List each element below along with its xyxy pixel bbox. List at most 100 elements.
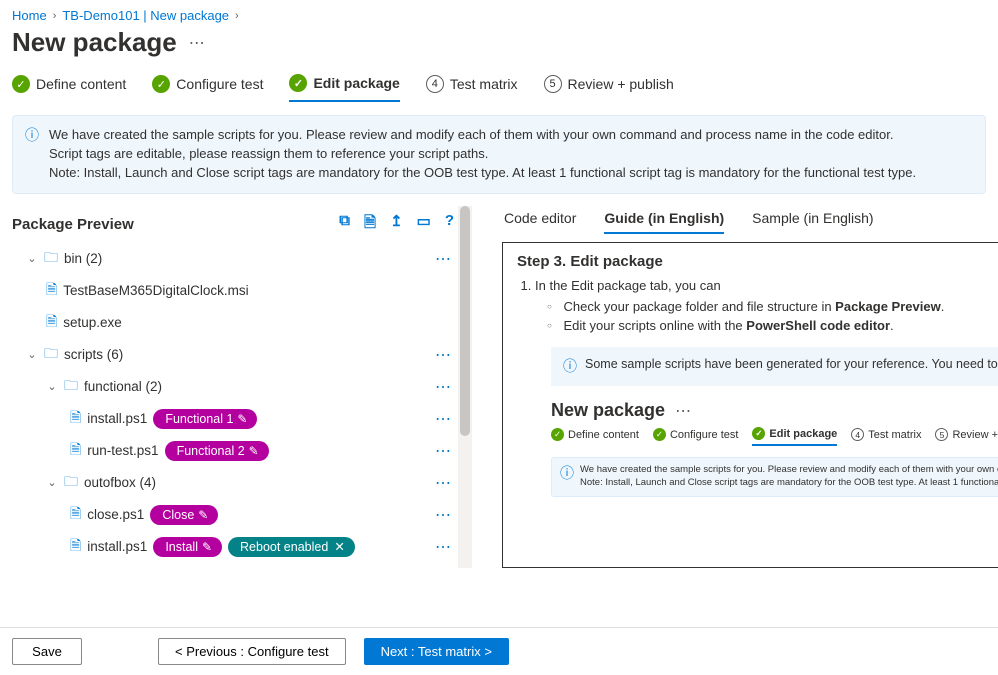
file-icon: 🗎: [46, 311, 57, 335]
tree-file[interactable]: 🗎 run-test.ps1 Functional 2 ✎ ⋯: [12, 435, 472, 467]
info-icon: ⓘ: [25, 126, 39, 183]
edit-icon: ✎: [249, 442, 259, 460]
file-icon: 🗎: [70, 439, 81, 463]
help-icon[interactable]: ?: [445, 212, 454, 237]
file-icon: 🗎: [46, 279, 57, 303]
tree-label: install.ps1: [87, 411, 147, 426]
row-menu-icon[interactable]: ⋯: [435, 473, 454, 493]
folder-icon: 🗀: [44, 247, 58, 271]
row-menu-icon[interactable]: ⋯: [435, 377, 454, 397]
step-label: Define content: [36, 76, 126, 92]
chevron-down-icon: ⌄: [46, 380, 58, 393]
breadcrumb: Home › TB-Demo101 | New package ›: [0, 0, 998, 25]
right-panel: Code editor Guide (in English) Sample (i…: [484, 206, 998, 568]
folder-icon: 🗀: [44, 343, 58, 367]
tree-label: outofbox (4): [84, 475, 156, 490]
row-menu-icon[interactable]: ⋯: [435, 249, 454, 269]
step-label: Review + publish: [568, 76, 674, 92]
info-icon: ⓘ: [563, 357, 577, 377]
tag-label: Close: [162, 506, 194, 524]
scrollbar-track[interactable]: [458, 206, 472, 568]
edit-icon: ✎: [198, 506, 208, 524]
guide-panel: Step 3. Edit package In the Edit package…: [502, 242, 998, 568]
panel-title: Package Preview: [12, 216, 134, 233]
row-menu-icon[interactable]: ⋯: [435, 537, 454, 557]
tree-file[interactable]: 🗎 launch.ps1 Launch ✎ ⋯: [12, 563, 472, 568]
chevron-right-icon: ›: [53, 10, 57, 22]
edit-icon: ✎: [237, 410, 247, 428]
tab-code-editor[interactable]: Code editor: [504, 210, 576, 234]
check-icon: ✓: [289, 74, 307, 92]
tree-file[interactable]: 🗎 TestBaseM365DigitalClock.msi: [12, 275, 472, 307]
check-icon: ✓: [752, 427, 765, 440]
tree-label: functional (2): [84, 379, 162, 394]
step-define-content[interactable]: ✓ Define content: [12, 74, 126, 102]
nested-info-line: Note: Install, Launch and Close script t…: [580, 477, 998, 490]
step-number-icon: 5: [935, 428, 948, 441]
tag-label: Reboot enabled: [240, 538, 328, 556]
preview-toolbar: ⧉ 🗎 ↥ ▭ ?: [339, 212, 454, 237]
breadcrumb-project[interactable]: TB-Demo101 | New package: [62, 8, 229, 23]
tree-label: run-test.ps1: [87, 443, 158, 458]
next-button[interactable]: Next : Test matrix >: [364, 638, 509, 665]
row-menu-icon[interactable]: ⋯: [435, 441, 454, 461]
step-test-matrix[interactable]: 4 Test matrix: [426, 74, 518, 102]
file-icon: 🗎: [70, 535, 81, 559]
step-review-publish[interactable]: 5 Review + publish: [544, 74, 674, 102]
row-menu-icon[interactable]: ⋯: [435, 409, 454, 429]
step-label: Configure test: [176, 76, 263, 92]
info-line: We have created the sample scripts for y…: [49, 126, 916, 145]
tree-folder-bin[interactable]: ⌄ 🗀 bin (2) ⋯: [12, 243, 472, 275]
tree-label: TestBaseM365DigitalClock.msi: [63, 283, 248, 298]
save-button[interactable]: Save: [12, 638, 82, 665]
previous-button[interactable]: < Previous : Configure test: [158, 638, 346, 665]
file-icon: 🗎: [70, 407, 81, 431]
script-tag[interactable]: Functional 1 ✎: [153, 409, 257, 429]
tree-file[interactable]: 🗎 install.ps1 Install ✎ Reboot enabled ✕…: [12, 531, 472, 563]
step-label: Test matrix: [450, 76, 518, 92]
reboot-tag[interactable]: Reboot enabled ✕: [228, 537, 355, 557]
step-edit-package[interactable]: ✓ Edit package: [289, 74, 399, 102]
package-preview-panel: Package Preview ⧉ 🗎 ↥ ▭ ? ⌄ 🗀 bin (2) ⋯: [12, 206, 472, 568]
script-tag[interactable]: Functional 2 ✎: [165, 441, 269, 461]
upload-icon[interactable]: ↥: [390, 212, 403, 237]
footer-actions: Save < Previous : Configure test Next : …: [0, 627, 998, 675]
script-tag[interactable]: Close ✎: [150, 505, 218, 525]
step-configure-test[interactable]: ✓ Configure test: [152, 74, 263, 102]
guide-title: Step 3. Edit package: [517, 253, 998, 270]
rename-icon[interactable]: ▭: [417, 212, 431, 237]
tree-folder-functional[interactable]: ⌄ 🗀 functional (2) ⋯: [12, 371, 472, 403]
tree-file[interactable]: 🗎 setup.exe: [12, 307, 472, 339]
file-icon: 🗎: [70, 567, 81, 568]
tree-label: bin (2): [64, 251, 102, 266]
tree-file[interactable]: 🗎 install.ps1 Functional 1 ✎ ⋯: [12, 403, 472, 435]
tag-label: Functional 2: [177, 442, 245, 460]
tab-sample[interactable]: Sample (in English): [752, 210, 873, 234]
nested-kebab-icon: ⋯: [675, 401, 692, 421]
page-actions-menu[interactable]: ⋯: [189, 33, 206, 53]
tree-file[interactable]: 🗎 close.ps1 Close ✎ ⋯: [12, 499, 472, 531]
row-menu-icon[interactable]: ⋯: [435, 345, 454, 365]
chevron-right-icon: ›: [235, 10, 239, 22]
check-icon: ✓: [152, 75, 170, 93]
info-line: Note: Install, Launch and Close script t…: [49, 164, 916, 183]
nested-title: New package: [551, 400, 665, 421]
step-number-icon: 4: [426, 75, 444, 93]
tab-guide[interactable]: Guide (in English): [604, 210, 724, 234]
folder-icon: 🗀: [64, 471, 78, 495]
add-file-icon[interactable]: 🗎: [364, 212, 376, 237]
guide-info-box: ⓘ Some sample scripts have been generate…: [551, 347, 998, 387]
scrollbar-thumb[interactable]: [460, 206, 470, 436]
guide-info-text: Some sample scripts have been generated …: [585, 357, 998, 377]
breadcrumb-home[interactable]: Home: [12, 8, 47, 23]
tree-folder-outofbox[interactable]: ⌄ 🗀 outofbox (4) ⋯: [12, 467, 472, 499]
folder-icon: 🗀: [64, 375, 78, 399]
row-menu-icon[interactable]: ⋯: [435, 505, 454, 525]
add-folder-icon[interactable]: ⧉: [339, 212, 350, 237]
script-tag[interactable]: Install ✎: [153, 537, 222, 557]
package-tree: ⌄ 🗀 bin (2) ⋯ 🗎 TestBaseM365DigitalClock…: [12, 243, 472, 568]
step-number-icon: 5: [544, 75, 562, 93]
chevron-down-icon: ⌄: [26, 252, 38, 265]
tree-folder-scripts[interactable]: ⌄ 🗀 scripts (6) ⋯: [12, 339, 472, 371]
chevron-down-icon: ⌄: [46, 476, 58, 489]
